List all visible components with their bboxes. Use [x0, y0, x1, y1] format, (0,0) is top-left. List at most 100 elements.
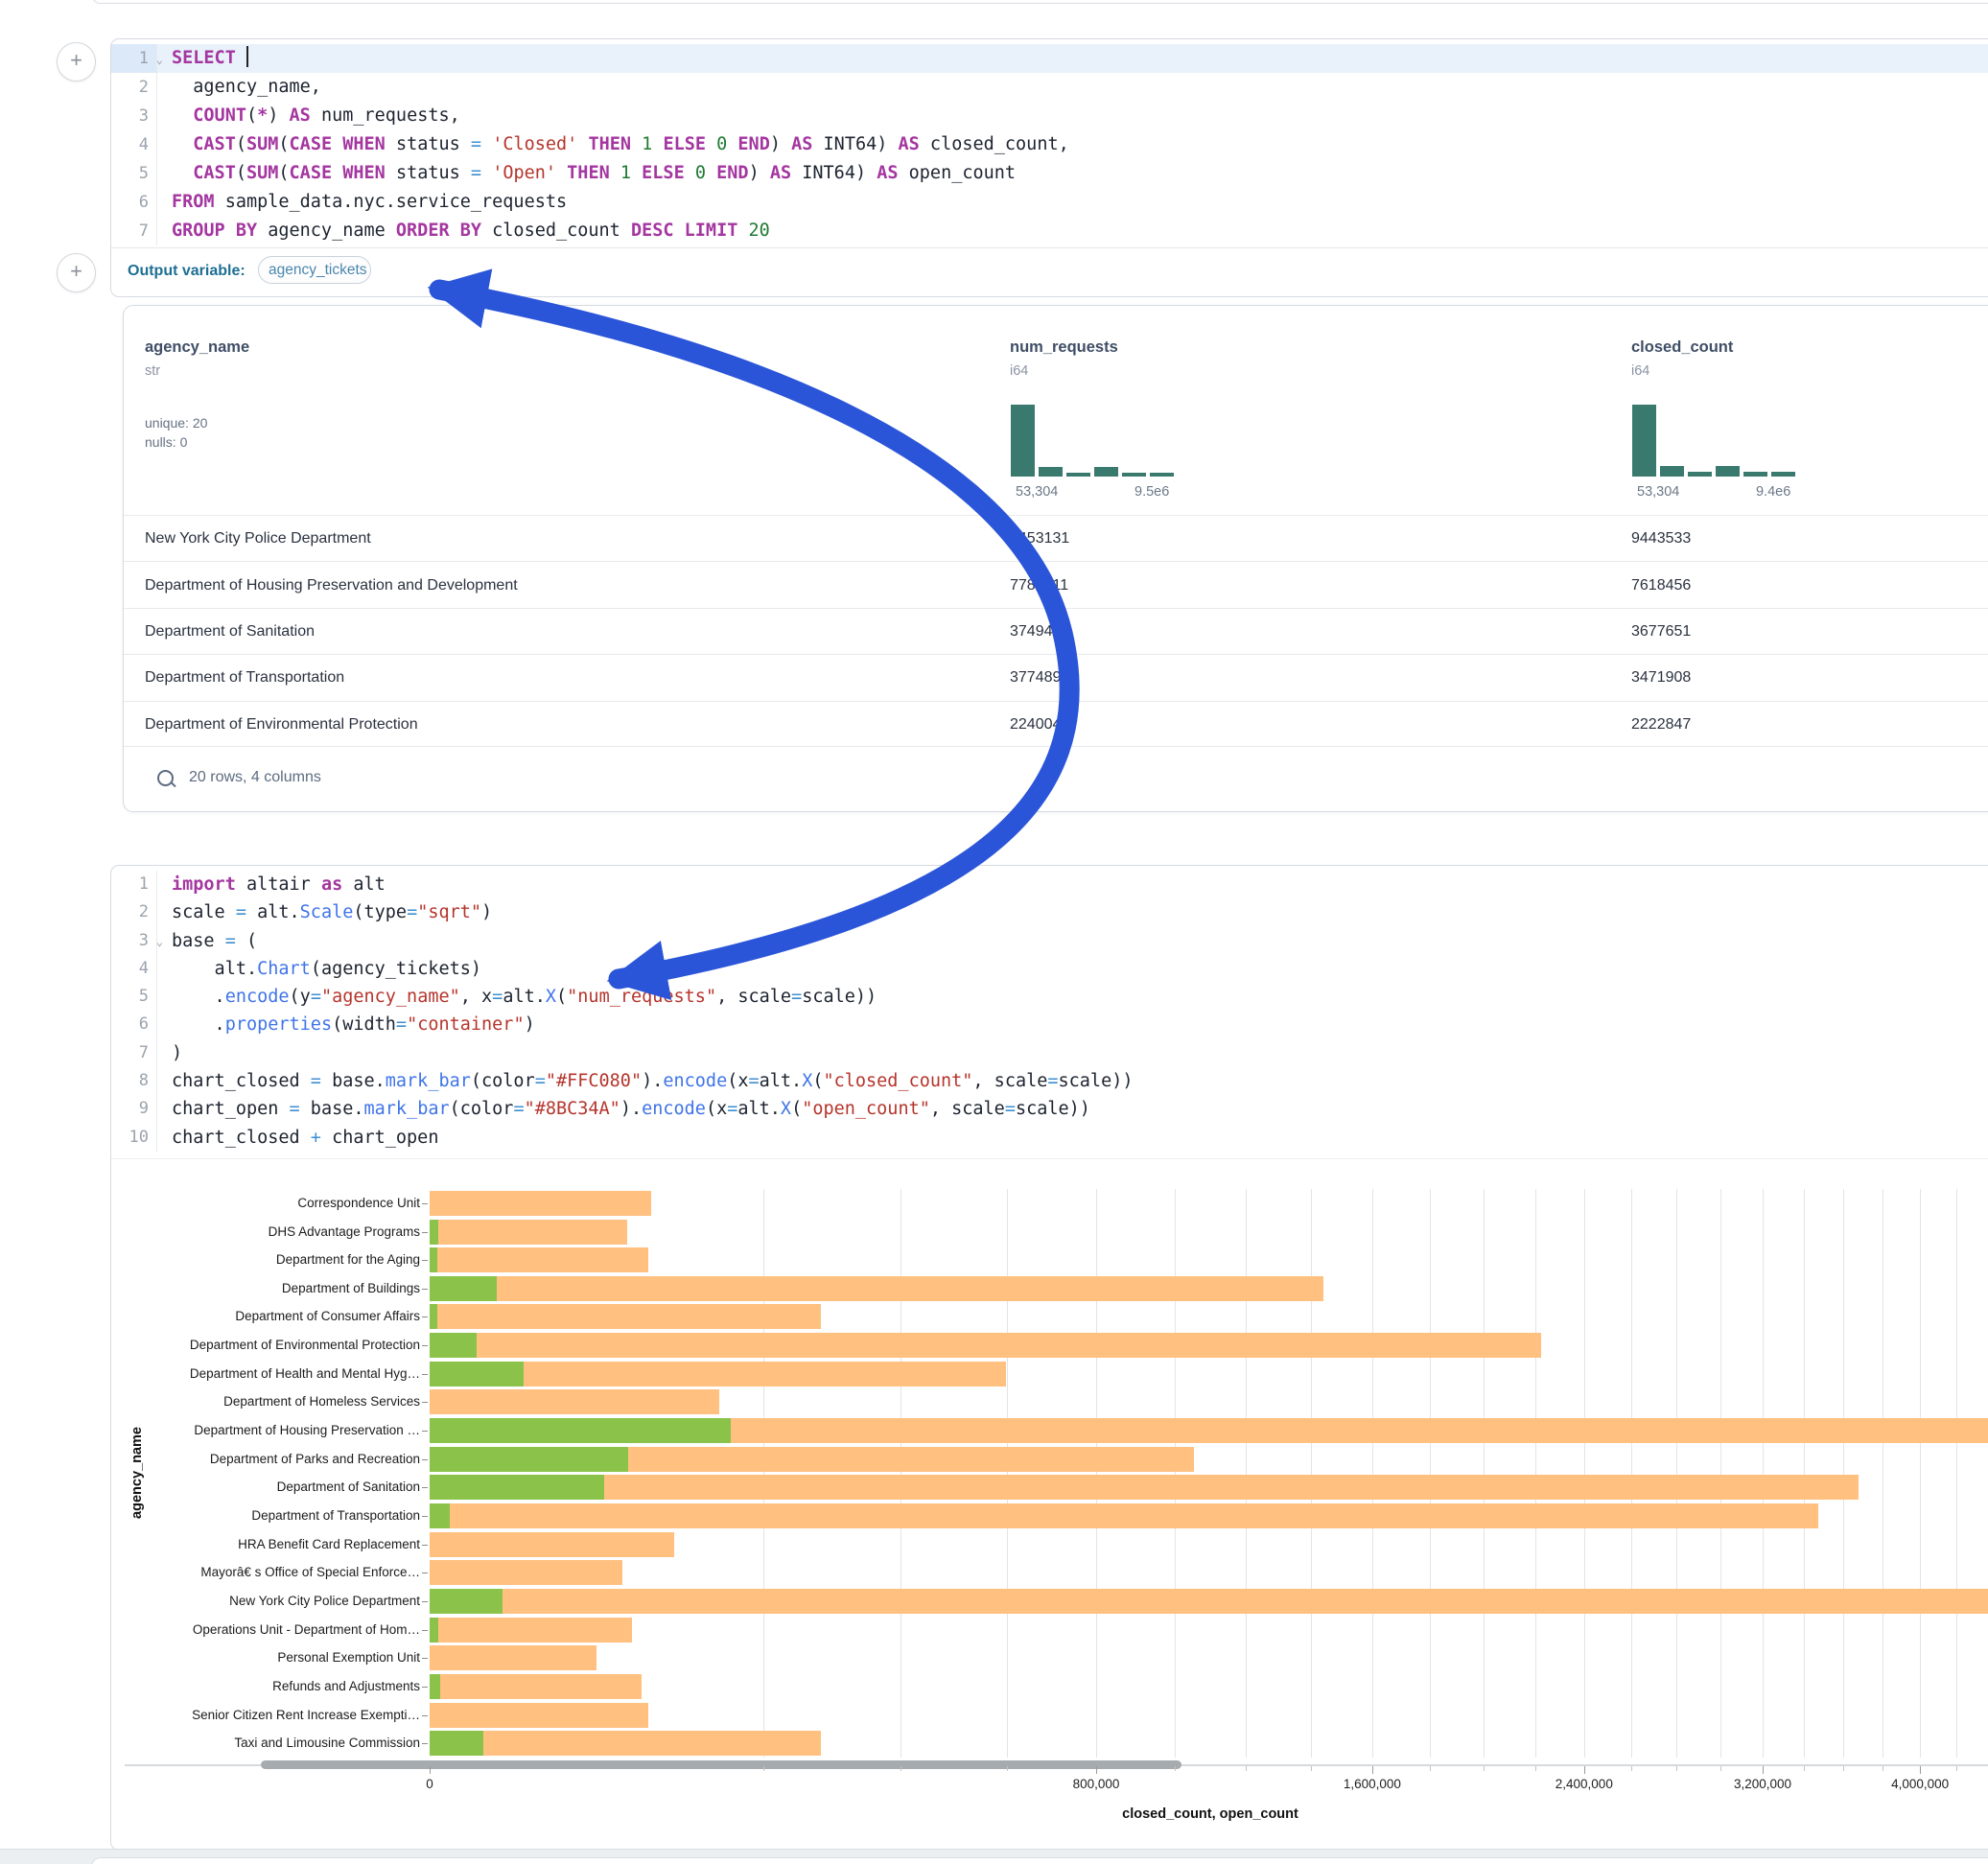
histogram-bar	[1121, 472, 1147, 478]
column-type: str	[145, 363, 249, 379]
line-number: 1⌄	[111, 44, 157, 73]
table-cell: 2222847	[1631, 716, 1691, 734]
python-code-editor[interactable]: 1import altair as alt2scale = alt.Scale(…	[111, 866, 1988, 1159]
column-name: agency_name	[145, 338, 249, 357]
histogram-max-label: 9.4e6	[1756, 484, 1790, 500]
table-cell: 3471908	[1631, 669, 1691, 687]
code-line: 4 alt.Chart(agency_tickets)	[111, 955, 1988, 983]
code-line: 7)	[111, 1039, 1988, 1067]
histogram-min-label: 53,304	[1637, 484, 1679, 500]
collapse-chevron-icon[interactable]: ⌄	[156, 45, 163, 74]
code-text: base = (	[157, 927, 257, 955]
histogram-bar	[1715, 465, 1741, 478]
search-icon[interactable]	[157, 770, 174, 786]
histogram-bar	[1659, 465, 1685, 478]
output-variable-row: Output variable: agency_tickets	[111, 247, 1988, 296]
line-number: 10	[111, 1124, 157, 1152]
next-cell-edge	[91, 1857, 1988, 1864]
table-row[interactable]: Department of Transportation377489234719…	[124, 654, 1988, 701]
output-variable-pill[interactable]: agency_tickets	[258, 256, 371, 284]
table-cell: 7618456	[1631, 577, 1691, 594]
code-text: agency_name,	[157, 73, 321, 102]
code-text: )	[157, 1039, 182, 1067]
line-number: 5	[111, 159, 157, 188]
histogram-bar	[1038, 466, 1064, 478]
table-cell: Department of Environmental Protection	[145, 716, 418, 734]
table-header: agency_namestrunique: 20nulls: 0num_requ…	[124, 306, 1988, 515]
collapse-chevron-icon[interactable]: ⌄	[156, 928, 163, 956]
column-header-closed_count[interactable]: closed_count i64	[1631, 338, 1733, 379]
text-cursor	[246, 46, 248, 67]
column-header-num_requests[interactable]: num_requests i64	[1010, 338, 1118, 379]
table-row-count: 20 rows, 4 columns	[189, 769, 321, 786]
code-text: SELECT	[157, 44, 1988, 73]
column-name: closed_count	[1631, 338, 1733, 357]
histogram-bar	[1093, 466, 1119, 478]
code-text: CAST(SUM(CASE WHEN status = 'Open' THEN …	[157, 159, 1016, 188]
code-text: CAST(SUM(CASE WHEN status = 'Closed' THE…	[157, 130, 1069, 159]
code-line: 10chart_closed + chart_open	[111, 1124, 1988, 1152]
column-type: i64	[1010, 363, 1118, 379]
sql-code-editor[interactable]: 1⌄SELECT 2 agency_name,3 COUNT(*) AS num…	[111, 39, 1988, 253]
code-text: GROUP BY agency_name ORDER BY closed_cou…	[157, 217, 770, 245]
column-type: i64	[1631, 363, 1733, 379]
code-line: 1import altair as alt	[111, 871, 1988, 898]
code-text: chart_closed = base.mark_bar(color="#FFC…	[157, 1067, 1133, 1095]
line-number: 2	[111, 898, 157, 926]
code-line: 3 COUNT(*) AS num_requests,	[111, 102, 1988, 130]
add-cell-button[interactable]: +	[57, 253, 96, 292]
code-text: scale = alt.Scale(type="sqrt")	[157, 898, 492, 926]
table-cell: 2240041	[1010, 716, 1069, 734]
code-line: 7GROUP BY agency_name ORDER BY closed_co…	[111, 217, 1988, 245]
table-row[interactable]: Department of Sanitation 3749485 3677651	[124, 608, 1988, 655]
table-cell: 3774892	[1010, 669, 1069, 687]
bottom-strip	[0, 1849, 1988, 1864]
code-line: 6 .properties(width="container")	[111, 1011, 1988, 1038]
column-header-agency_name[interactable]: agency_namestrunique: 20nulls: 0	[145, 338, 249, 450]
table-cell: New York City Police Department	[145, 530, 371, 548]
code-text: alt.Chart(agency_tickets)	[157, 955, 481, 983]
code-line: 2scale = alt.Scale(type="sqrt")	[111, 898, 1988, 926]
code-text: COUNT(*) AS num_requests,	[157, 102, 460, 130]
column-name: num_requests	[1010, 338, 1118, 357]
table-cell: 3677651	[1631, 623, 1691, 641]
column-histogram	[1631, 404, 1796, 478]
histogram-bar	[1742, 471, 1768, 478]
line-number: 1	[111, 871, 157, 898]
line-number: 3	[111, 102, 157, 130]
table-body: New York City Police Department945313194…	[124, 515, 1988, 747]
line-number: 7	[111, 1039, 157, 1067]
table-cell: 7782211	[1010, 577, 1068, 594]
code-line: 5 .encode(y="agency_name", x=alt.X("num_…	[111, 983, 1988, 1011]
table-cell: 3749485	[1010, 623, 1069, 641]
line-number: 9	[111, 1095, 157, 1123]
line-number: 6	[111, 1011, 157, 1038]
code-line: 9chart_open = base.mark_bar(color="#8BC3…	[111, 1095, 1988, 1123]
code-text: .encode(y="agency_name", x=alt.X("num_re…	[157, 983, 877, 1011]
histogram-bar	[1687, 471, 1713, 478]
table-row[interactable]: New York City Police Department945313194…	[124, 515, 1988, 562]
line-number: 4	[111, 130, 157, 159]
add-cell-button[interactable]: +	[57, 42, 96, 82]
code-line: 4 CAST(SUM(CASE WHEN status = 'Closed' T…	[111, 130, 1988, 159]
histogram-min-label: 53,304	[1016, 484, 1058, 500]
code-text: chart_open = base.mark_bar(color="#8BC34…	[157, 1095, 1090, 1123]
notebook-page: + + 1⌄SELECT 2 agency_name,3 COUNT(*) AS…	[0, 0, 1988, 1864]
column-stat: unique: 20	[145, 415, 249, 431]
line-number: 7	[111, 217, 157, 245]
python-cell: 1import altair as alt2scale = alt.Scale(…	[110, 865, 1988, 1851]
histogram-bar	[1770, 471, 1796, 478]
line-number: 4	[111, 955, 157, 983]
code-line: 1⌄SELECT	[111, 44, 1988, 73]
table-row[interactable]: Department of Environmental Protection 22…	[124, 701, 1988, 748]
previous-cell-edge	[91, 0, 1988, 4]
code-line: 3⌄base = (	[111, 927, 1988, 955]
histogram-max-label: 9.5e6	[1134, 484, 1169, 500]
table-cell: Department of Sanitation	[145, 623, 315, 641]
output-variable-label: Output variable:	[128, 263, 246, 280]
table-cell: 9443533	[1631, 530, 1691, 548]
histogram-bar	[1631, 404, 1657, 478]
table-row[interactable]: Department of Housing Preservation and D…	[124, 561, 1988, 608]
dataframe-table: agency_namestrunique: 20nulls: 0num_requ…	[123, 305, 1988, 812]
code-line: 6FROM sample_data.nyc.service_requests	[111, 188, 1988, 217]
